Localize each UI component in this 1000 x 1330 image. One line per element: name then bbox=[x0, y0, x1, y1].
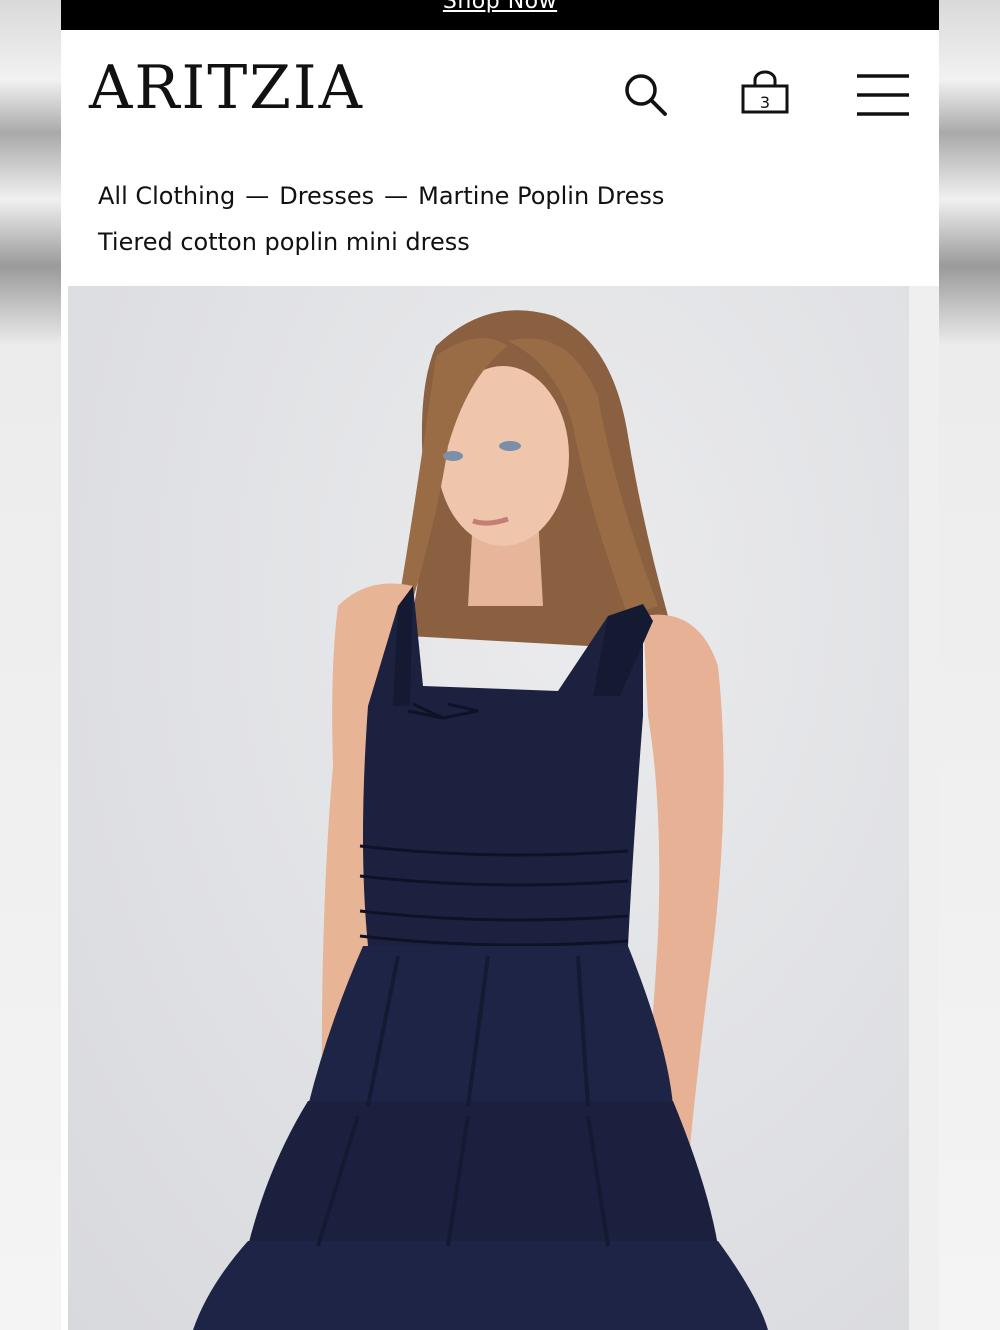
breadcrumb-all-clothing[interactable]: All Clothing bbox=[98, 182, 235, 210]
shopping-bag-button[interactable]: 3 bbox=[737, 68, 793, 124]
promo-bar: Shop Now bbox=[61, 0, 939, 30]
shop-now-link[interactable]: Shop Now bbox=[61, 0, 939, 14]
menu-button[interactable] bbox=[853, 70, 911, 120]
search-icon bbox=[625, 74, 667, 116]
model-illustration bbox=[193, 310, 768, 1330]
product-subtitle: Tiered cotton poplin mini dress bbox=[98, 228, 470, 256]
bag-count-badge: 3 bbox=[759, 93, 771, 112]
breadcrumb-current-product: Martine Poplin Dress bbox=[418, 182, 665, 210]
site-header: ARITZIA 3 bbox=[61, 30, 939, 160]
breadcrumb-separator: — bbox=[245, 182, 270, 210]
breadcrumb-dresses[interactable]: Dresses bbox=[279, 182, 374, 210]
menu-icon bbox=[857, 74, 909, 116]
image-gallery-edge bbox=[909, 286, 939, 1330]
product-image[interactable] bbox=[68, 286, 909, 1330]
page-frame: Shop Now ARITZIA 3 All Clothing — Dresse… bbox=[61, 0, 939, 1330]
aritzia-logo[interactable]: ARITZIA bbox=[89, 58, 364, 118]
search-button[interactable] bbox=[621, 70, 671, 120]
breadcrumb: All Clothing — Dresses — Martine Poplin Dres… bbox=[98, 182, 664, 210]
breadcrumb-separator: — bbox=[384, 182, 409, 210]
